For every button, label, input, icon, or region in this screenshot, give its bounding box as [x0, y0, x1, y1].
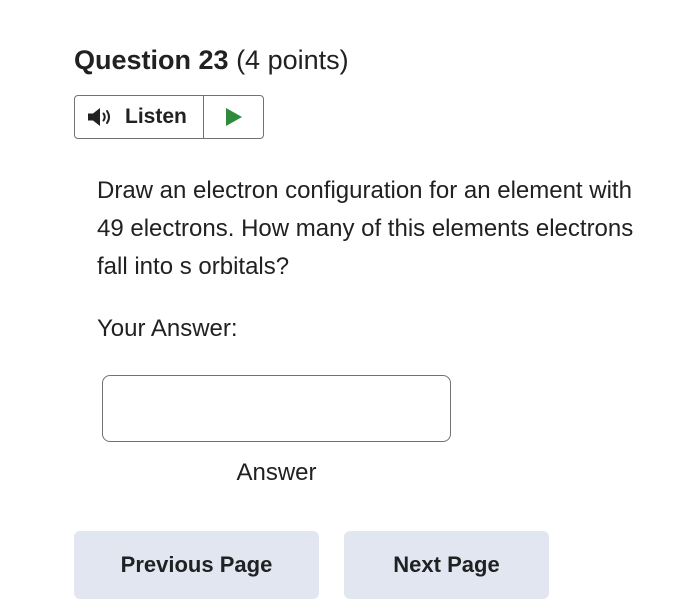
question-points: (4 points) — [236, 45, 349, 75]
speaker-icon — [88, 108, 110, 126]
answer-input[interactable] — [102, 375, 451, 442]
question-header: Question 23 (4 points) — [74, 40, 349, 80]
answer-label: Your Answer: — [97, 315, 238, 342]
play-button[interactable] — [204, 96, 263, 138]
previous-page-button[interactable]: Previous Page — [74, 531, 319, 599]
listen-label: Listen — [125, 105, 187, 128]
listen-widget: Listen — [74, 95, 264, 139]
play-icon — [225, 108, 242, 126]
listen-button[interactable]: Listen — [75, 96, 204, 138]
question-text: Draw an electron configuration for an el… — [97, 177, 634, 280]
next-page-button[interactable]: Next Page — [344, 531, 549, 599]
answer-caption: Answer — [236, 459, 317, 486]
question-title: Question 23 — [74, 45, 229, 75]
